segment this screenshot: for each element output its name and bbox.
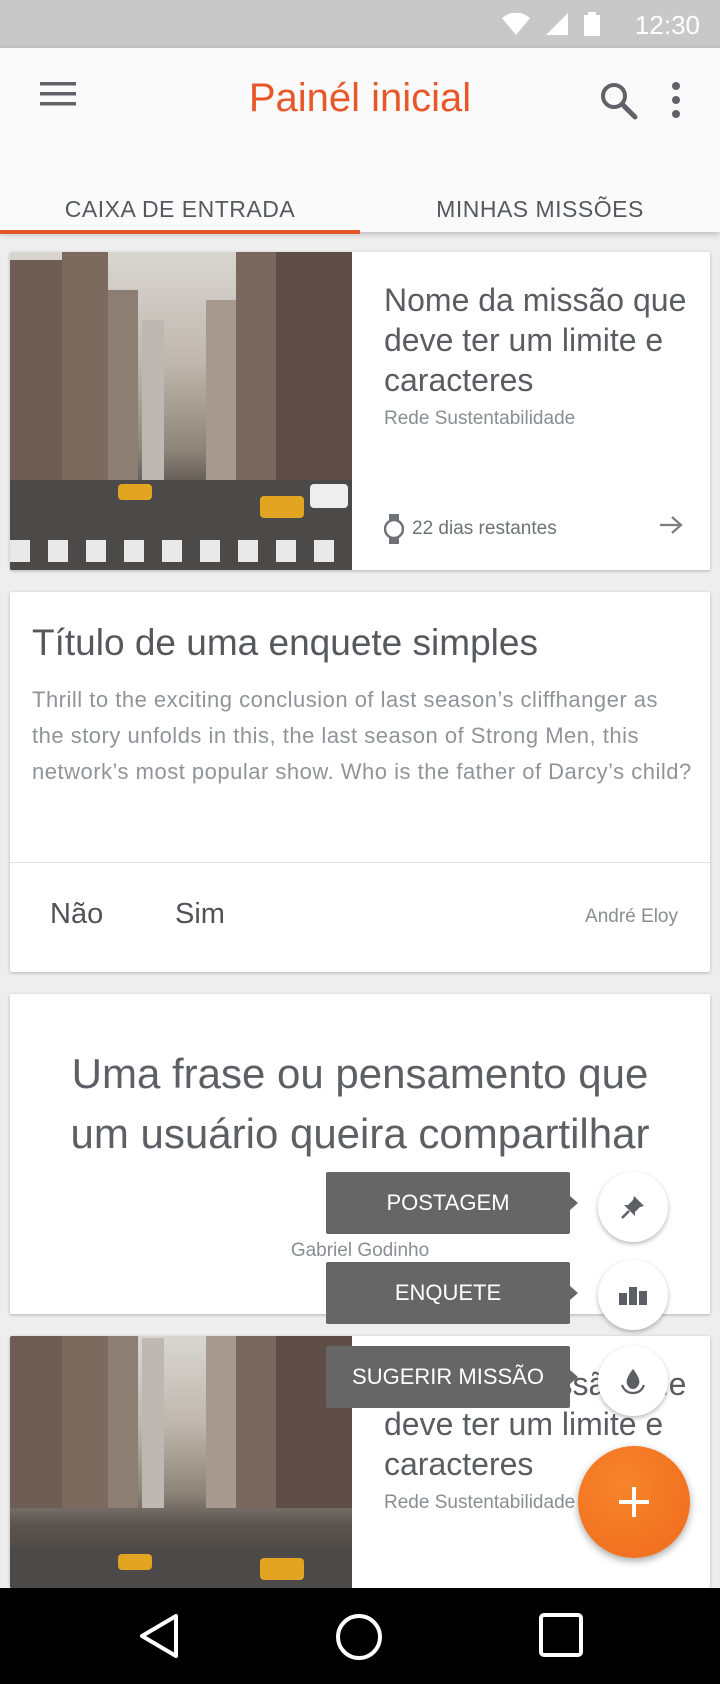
app-bar: Painél inicial CAIXA DE ENTRADA MINHAS M… <box>0 48 720 234</box>
poll-option-no[interactable]: Não <box>50 898 103 931</box>
more-vert-icon[interactable] <box>666 80 686 120</box>
wifi-icon <box>502 13 530 35</box>
battery-icon <box>584 12 600 36</box>
recents-icon[interactable] <box>538 1612 584 1658</box>
poll-title: Título de uma enquete simples <box>32 622 538 663</box>
back-icon[interactable] <box>136 1612 182 1660</box>
mission-title: Nome da missão que deve ter um limite e … <box>384 282 687 398</box>
poll-icon <box>619 1287 647 1305</box>
divider <box>10 862 710 863</box>
status-time: 12:30 <box>634 10 700 40</box>
tab-bar: CAIXA DE ENTRADA MINHAS MISSÕES <box>0 172 720 234</box>
fab-label-suggest-mission[interactable]: SUGERIR MISSÃO <box>326 1346 578 1408</box>
mission-photo <box>10 1336 352 1588</box>
poll-author: André Eloy <box>585 906 678 927</box>
fab-label-poll[interactable]: ENQUETE <box>326 1262 578 1324</box>
poll-card: Título de uma enquete simples Thrill to … <box>10 592 710 972</box>
fab-add-button[interactable] <box>578 1446 690 1558</box>
pin-icon <box>621 1196 644 1219</box>
status-icons <box>502 12 600 36</box>
mission-network: Rede Sustentabilidade <box>384 1492 576 1513</box>
mission-deadline: 22 dias restantes <box>384 514 557 544</box>
mission-photo <box>10 252 352 570</box>
quote-text: Uma frase ou pensamento que um usuário q… <box>70 1050 650 1157</box>
arrow-right-icon[interactable] <box>658 514 684 536</box>
quote-author: Gabriel Godinho <box>290 1240 430 1261</box>
system-nav-bar <box>0 1588 720 1684</box>
mission-drop-icon <box>620 1369 646 1395</box>
search-icon[interactable] <box>598 80 640 122</box>
tab-my-missions[interactable]: MINHAS MISSÕES <box>360 172 720 232</box>
status-bar: 12:30 <box>0 0 720 48</box>
watch-icon <box>384 514 404 544</box>
fab-post-button[interactable] <box>598 1172 668 1242</box>
fab-poll-button[interactable] <box>598 1260 668 1330</box>
fab-label-post[interactable]: POSTAGEM <box>326 1172 578 1234</box>
poll-option-yes[interactable]: Sim <box>175 898 225 931</box>
signal-icon <box>546 13 568 35</box>
fab-suggest-mission-button[interactable] <box>598 1346 668 1416</box>
days-left-text: 22 dias restantes <box>412 518 557 539</box>
mission-card[interactable]: Nome da missão que deve ter um limite e … <box>10 252 710 570</box>
tab-inbox[interactable]: CAIXA DE ENTRADA <box>0 172 360 234</box>
home-icon[interactable] <box>334 1612 384 1662</box>
plus-icon <box>619 1487 649 1517</box>
poll-description: Thrill to the exciting conclusion of las… <box>32 687 692 784</box>
mission-network: Rede Sustentabilidade <box>384 408 576 429</box>
